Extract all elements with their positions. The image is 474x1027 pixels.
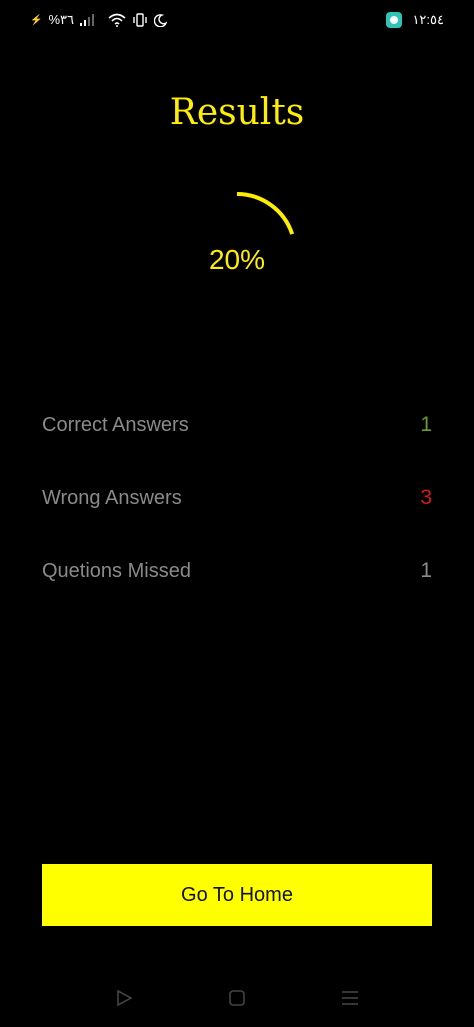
recents-menu-icon[interactable] <box>340 988 360 1008</box>
chat-app-icon <box>386 12 403 28</box>
signal-icon <box>79 14 94 26</box>
stat-row-missed: Quetions Missed 1 <box>42 556 432 586</box>
clock: ١٢:٥٤ <box>412 12 444 27</box>
stat-label: Quetions Missed <box>42 559 191 582</box>
vibrate-icon <box>133 13 147 27</box>
score-percent: 20% <box>208 244 266 275</box>
status-right: ١٢:٥٤ <box>386 12 444 28</box>
wifi-icon <box>108 13 126 27</box>
battery-text: %٣٦ <box>48 12 74 27</box>
moon-icon <box>153 13 167 27</box>
stat-label: Wrong Answers <box>42 486 182 509</box>
progress-arc <box>236 192 295 235</box>
status-bar: ⚡ %٣٦ ١٢:٥٤ <box>0 0 474 40</box>
stat-row-wrong: Wrong Answers 3 <box>42 483 432 513</box>
charging-icon: ⚡ <box>30 14 43 26</box>
back-triangle-icon[interactable] <box>114 988 134 1008</box>
progress-gauge <box>236 192 295 235</box>
stat-row-correct: Correct Answers 1 <box>42 410 432 440</box>
page-title: Results <box>169 92 305 133</box>
stat-label: Correct Answers <box>42 413 189 436</box>
home-square-icon[interactable] <box>227 988 247 1008</box>
system-nav-bar <box>0 978 474 1018</box>
stat-value: 1 <box>420 413 432 436</box>
stat-value: 1 <box>420 559 432 582</box>
go-to-home-button[interactable]: Go To Home <box>42 864 432 926</box>
stat-value: 3 <box>420 486 432 509</box>
status-left: ⚡ %٣٦ <box>30 12 167 28</box>
